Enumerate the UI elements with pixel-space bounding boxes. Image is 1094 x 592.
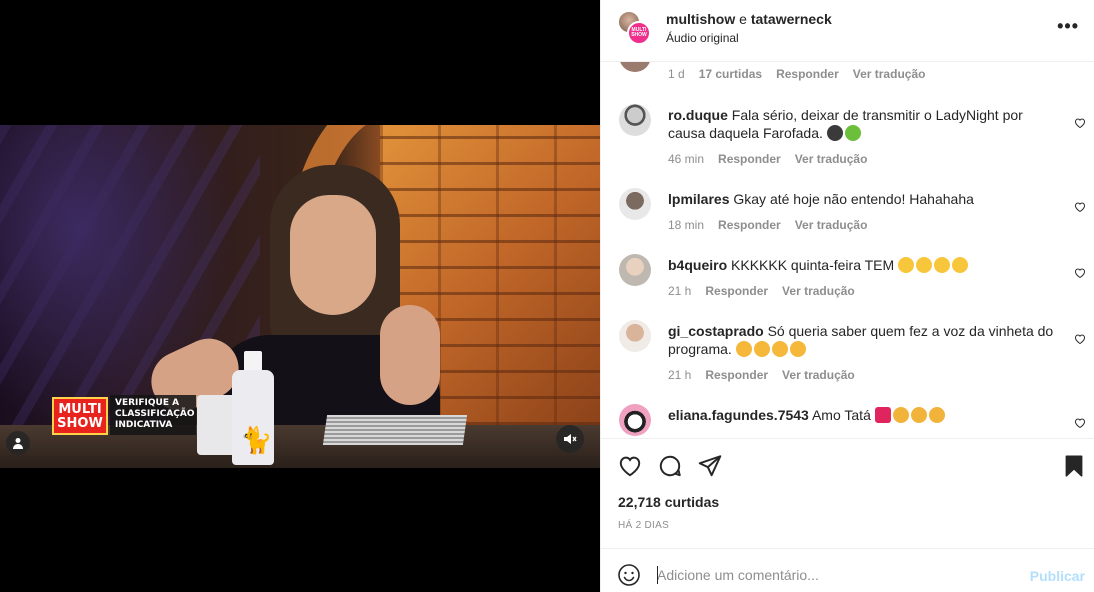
bomb-icon — [826, 125, 843, 141]
red-heart-icon — [874, 407, 891, 423]
translate-button[interactable]: Ver tradução — [782, 284, 855, 298]
comment-text: Gkay até hoje não entendo! Hahahaha — [733, 191, 974, 207]
author-separator: e — [739, 11, 747, 27]
post-header: MULTI SHOW multishow e tatawerneck Áudio… — [601, 0, 1094, 62]
comment-text: Amo Tatá — [811, 407, 871, 423]
avatar[interactable] — [619, 254, 651, 286]
grinning-sweat-icon — [898, 257, 915, 273]
reply-button[interactable]: Responder — [718, 218, 781, 232]
comment-like-icon[interactable] — [1074, 266, 1088, 280]
author-multishow[interactable]: multishow — [666, 11, 735, 27]
nauseated-face-icon — [844, 125, 861, 141]
mug — [197, 395, 237, 455]
smirk-icon — [789, 341, 806, 357]
comment-like-icon[interactable] — [1074, 332, 1088, 346]
comment-icon[interactable] — [657, 453, 683, 479]
reply-button[interactable]: Responder — [776, 67, 839, 81]
smirk-icon — [771, 341, 788, 357]
comment-meta: 1 d 17 curtidas Responder Ver tradução — [668, 67, 925, 81]
reply-button[interactable]: Responder — [705, 284, 768, 298]
more-icon[interactable]: ••• — [1057, 16, 1079, 37]
comment-input[interactable] — [657, 563, 1017, 587]
reply-button[interactable]: Responder — [705, 368, 768, 382]
author-tatawerneck[interactable]: tatawerneck — [751, 11, 832, 27]
grinning-sweat-icon — [934, 257, 951, 273]
comment-time: 46 min — [668, 152, 705, 166]
comment-username[interactable]: lpmilares — [668, 191, 729, 207]
post-actions: 22,718 curtidas HÁ 2 DIAS — [601, 438, 1094, 548]
comment-text: KKKKKK quinta-feira TEM — [731, 257, 895, 273]
translate-button[interactable]: Ver tradução — [795, 152, 868, 166]
comment-time: 18 min — [668, 218, 705, 232]
comment-body: b4queiro KKKKKK quinta-feira TEM — [668, 256, 1058, 274]
cat-logo-icon: 🐈 — [240, 425, 273, 455]
translate-button[interactable]: Ver tradução — [782, 368, 855, 382]
comment-body: eliana.fagundes.7543 Amo Tatá — [668, 406, 1058, 424]
avatar[interactable] — [619, 62, 651, 72]
avatar[interactable] — [619, 104, 651, 136]
comment-meta: 21 h Responder Ver tradução — [668, 368, 855, 382]
reply-button[interactable]: Responder — [718, 152, 781, 166]
post-panel: MULTI SHOW multishow e tatawerneck Áudio… — [600, 0, 1094, 592]
comment-meta: 46 min Responder Ver tradução — [668, 152, 867, 166]
publish-button[interactable]: Publicar — [1030, 568, 1085, 584]
comment-body: ro.duque Fala sério, deixar de transmiti… — [668, 106, 1058, 142]
audio-link[interactable]: Áudio original — [666, 31, 739, 45]
comment-like-icon[interactable] — [1074, 416, 1088, 430]
comment-username[interactable]: gi_costaprado — [668, 323, 764, 339]
send-icon[interactable] — [697, 453, 723, 479]
paper-stack — [322, 415, 468, 445]
like-count[interactable]: 22,718 curtidas — [618, 494, 719, 510]
clapping-hands-icon — [910, 407, 927, 423]
comment-like-icon[interactable] — [1074, 200, 1088, 214]
muted-speaker-icon[interactable] — [556, 425, 584, 453]
comment-like-icon[interactable] — [1074, 116, 1088, 130]
video-player[interactable]: 🐈 MULTI SHOW VERIFIQUE A CLASSIFICAÇÃO I… — [0, 125, 600, 468]
clapping-hands-icon — [928, 407, 945, 423]
post-date[interactable]: HÁ 2 DIAS — [618, 520, 669, 531]
comment-username[interactable]: b4queiro — [668, 257, 727, 273]
translate-button[interactable]: Ver tradução — [795, 218, 868, 232]
comment-username[interactable]: eliana.fagundes.7543 — [668, 407, 809, 423]
avatar[interactable] — [619, 404, 651, 436]
emoji-icon[interactable] — [617, 563, 641, 587]
grinning-sweat-icon — [952, 257, 969, 273]
comment-body: gi_costaprado Só queria saber quem fez a… — [668, 322, 1058, 358]
avatar[interactable] — [619, 188, 651, 220]
grinning-sweat-icon — [916, 257, 933, 273]
heart-icon[interactable] — [617, 453, 643, 479]
multishow-logo: MULTI SHOW — [52, 397, 108, 435]
translate-button[interactable]: Ver tradução — [853, 67, 926, 81]
comment-time: 21 h — [668, 368, 692, 382]
comment-time: 21 h — [668, 284, 692, 298]
text-caret — [657, 566, 658, 584]
avatar[interactable]: MULTI SHOW — [617, 10, 653, 46]
clapping-hands-icon — [892, 407, 909, 423]
user-tag-icon[interactable] — [6, 431, 30, 455]
comment-likes[interactable]: 17 curtidas — [699, 67, 762, 81]
bookmark-icon[interactable] — [1061, 453, 1087, 479]
avatar[interactable] — [619, 320, 651, 352]
avatar-multishow: MULTI SHOW — [627, 21, 651, 45]
comments-list: 1 d 17 curtidas Responder Ver tradução r… — [601, 62, 1094, 438]
comment-body: lpmilares Gkay até hoje não entendo! Hah… — [668, 190, 1058, 208]
rating-notice: VERIFIQUE A CLASSIFICAÇÃO INDICATIVA — [110, 395, 196, 435]
comment-username[interactable]: ro.duque — [668, 107, 728, 123]
add-comment-bar: Publicar — [601, 548, 1094, 592]
smirk-icon — [753, 341, 770, 357]
comment-meta: 21 h Responder Ver tradução — [668, 284, 855, 298]
smirk-icon — [735, 341, 752, 357]
post-authors: multishow e tatawerneck — [666, 11, 832, 27]
comment-meta: 18 min Responder Ver tradução — [668, 218, 867, 232]
comment-time: 1 d — [668, 67, 685, 81]
post-media: 🐈 MULTI SHOW VERIFIQUE A CLASSIFICAÇÃO I… — [0, 0, 600, 592]
